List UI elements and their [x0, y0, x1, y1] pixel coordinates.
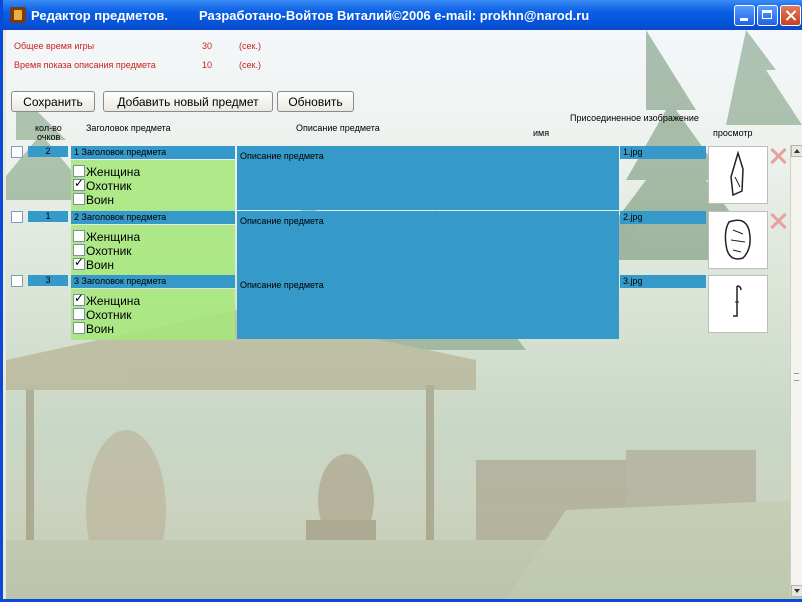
- score-header-line2: очков: [37, 132, 61, 142]
- title-bar[interactable]: Редактор предметов. Разработано-Войтов В…: [3, 0, 802, 30]
- delete-item-icon[interactable]: [770, 148, 786, 164]
- role-label: Охотник: [86, 179, 132, 193]
- item-image-preview[interactable]: [708, 275, 768, 333]
- role-label: Воин: [86, 258, 115, 272]
- role-checkbox[interactable]: [73, 230, 85, 242]
- item-image-preview[interactable]: [708, 146, 768, 204]
- minimize-button[interactable]: [734, 5, 755, 26]
- show-time-value[interactable]: 10: [202, 60, 212, 70]
- maximize-button[interactable]: [757, 5, 778, 26]
- role-label: Женщина: [86, 165, 141, 179]
- role-checkbox[interactable]: [73, 322, 85, 334]
- author-credit: Разработано-Войтов Виталий©2006 e-mail: …: [199, 8, 590, 23]
- game-time-value[interactable]: 30: [202, 41, 212, 51]
- game-time-unit: (сек.): [239, 41, 261, 51]
- role-option[interactable]: Охотник: [73, 308, 132, 322]
- scroll-grip[interactable]: [794, 373, 799, 381]
- scroll-down-arrow[interactable]: [791, 585, 802, 597]
- item-score[interactable]: 1: [28, 211, 68, 222]
- row-select-checkbox[interactable]: [11, 275, 23, 287]
- role-checkbox[interactable]: [73, 193, 85, 205]
- role-label: Охотник: [86, 308, 132, 322]
- refresh-button[interactable]: Обновить: [277, 91, 354, 112]
- stone-scraper-icon: [724, 219, 751, 260]
- bone-awl-icon: [733, 285, 742, 317]
- role-option[interactable]: Воин: [73, 322, 114, 336]
- window-title: Редактор предметов.: [31, 8, 168, 23]
- item-description[interactable]: Описание предмета: [237, 146, 619, 210]
- row-select-checkbox[interactable]: [11, 211, 23, 223]
- item-image-name[interactable]: 2.jpg: [620, 211, 706, 224]
- stone-knife-icon: [730, 150, 744, 197]
- role-checkbox[interactable]: [73, 177, 85, 191]
- row-select-checkbox[interactable]: [11, 146, 23, 158]
- role-label: Женщина: [86, 230, 141, 244]
- role-label: Воин: [86, 322, 115, 336]
- save-button[interactable]: Сохранить: [11, 91, 95, 112]
- role-option[interactable]: Воин: [73, 193, 114, 207]
- app-icon[interactable]: [10, 7, 26, 23]
- item-score[interactable]: 2: [28, 146, 68, 157]
- add-item-button[interactable]: Добавить новый предмет: [103, 91, 273, 112]
- image-name-header: имя: [533, 128, 550, 138]
- preview-header: просмотр: [713, 128, 753, 138]
- item-image-preview[interactable]: [708, 211, 768, 269]
- role-option[interactable]: Воин: [73, 256, 115, 272]
- item-image-name[interactable]: 1.jpg: [620, 146, 706, 159]
- item-description[interactable]: Описание предмета: [237, 275, 619, 339]
- role-label: Женщина: [86, 294, 141, 308]
- delete-item-icon[interactable]: [770, 213, 786, 229]
- item-score[interactable]: 3: [28, 275, 68, 286]
- item-title[interactable]: 1 Заголовок предмета: [71, 146, 235, 159]
- role-option[interactable]: Женщина: [73, 230, 140, 244]
- role-checklist: Женщина Охотник Воин: [71, 160, 235, 211]
- role-checkbox[interactable]: [73, 256, 85, 270]
- scroll-up-arrow[interactable]: [791, 145, 802, 157]
- role-checklist: Женщина Охотник Воин: [71, 225, 235, 276]
- title-header: Заголовок предмета: [86, 123, 171, 133]
- app-window: Редактор предметов. Разработано-Войтов В…: [0, 0, 802, 602]
- role-checkbox[interactable]: [73, 292, 85, 306]
- role-checkbox[interactable]: [73, 308, 85, 320]
- role-label: Воин: [86, 193, 115, 207]
- show-time-unit: (сек.): [239, 60, 261, 70]
- game-time-label: Общее время игры: [14, 41, 95, 51]
- item-title[interactable]: 3 Заголовок предмета: [71, 275, 235, 288]
- role-option[interactable]: Женщина: [73, 292, 141, 308]
- description-header: Описание предмета: [296, 123, 380, 133]
- close-button[interactable]: [780, 5, 801, 26]
- vertical-scrollbar[interactable]: [790, 145, 802, 597]
- attached-image-header: Присоединенное изображение: [570, 113, 699, 123]
- item-description[interactable]: Описание предмета: [237, 211, 619, 275]
- role-label: Охотник: [86, 244, 132, 258]
- show-time-label: Время показа описания предмета: [14, 60, 156, 70]
- role-checklist: Женщина Охотник Воин: [71, 289, 235, 340]
- role-option[interactable]: Охотник: [73, 177, 132, 193]
- editor-panel: Общее время игры 30 (сек.) Время показа …: [6, 30, 802, 599]
- item-image-name[interactable]: 3.jpg: [620, 275, 706, 288]
- item-title[interactable]: 2 Заголовок предмета: [71, 211, 235, 224]
